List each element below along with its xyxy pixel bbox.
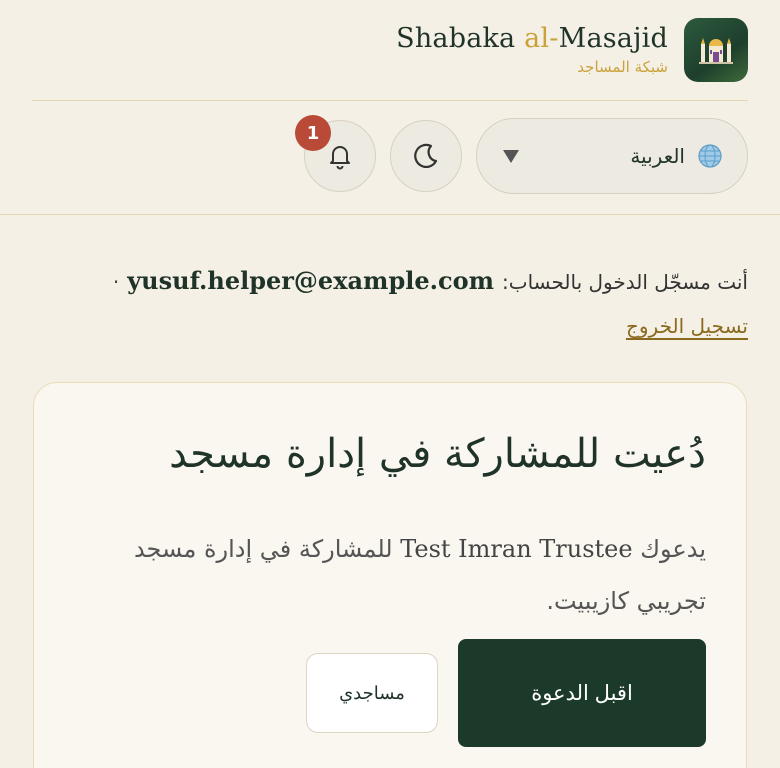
toolbar: العربية 1 [295,115,748,194]
signed-in-prefix: أنت مسجّل الدخول بالحساب: [502,270,748,294]
brand-title: Shabaka al-Masajid [396,24,668,54]
brand-text: Shabaka al-Masajid شبكة المساجد [396,24,668,76]
toolbar-divider [0,214,780,215]
theme-toggle-button[interactable] [390,120,462,192]
caret-down-icon [503,149,519,163]
brand-title-accent: al- [524,23,559,55]
user-email: yusuf.helper@example.com [127,266,494,295]
my-mosques-button[interactable]: مساجدي [306,653,438,733]
language-select-value: العربية [630,143,723,169]
invitation-title: دُعيت للمشاركة في إدارة مسجد [169,431,706,477]
brand-title-pre: Shabaka [396,23,525,55]
mosque-icon[interactable] [684,18,748,82]
inviter-name: Test Imran Trustee [400,535,633,563]
logout-link[interactable]: تسجيل الخروج [626,314,748,338]
notifications-button[interactable]: 1 [295,115,376,192]
notification-count-badge: 1 [295,115,331,151]
language-select[interactable]: العربية [476,118,748,194]
accept-invitation-button[interactable]: اقبل الدعوة [458,639,706,747]
brand-subtitle: شبكة المساجد [577,57,668,76]
bell-icon [330,146,350,170]
brand-title-post: Masajid [558,23,668,55]
globe-icon [698,144,722,168]
separator-dot: · [112,270,120,294]
header-divider [32,100,748,101]
moon-icon [414,143,438,168]
invitation-body-pre: يدعوك [632,535,706,563]
invitation-card: دُعيت للمشاركة في إدارة مسجد يدعوك Test … [33,382,747,768]
signed-in-status: أنت مسجّل الدخول بالحساب: yusuf.helper@e… [113,266,748,295]
language-label: العربية [630,144,685,168]
brand-header: Shabaka al-Masajid شبكة المساجد [396,18,748,82]
invitation-body: يدعوك Test Imran Trustee للمشاركة في إدا… [74,523,706,627]
